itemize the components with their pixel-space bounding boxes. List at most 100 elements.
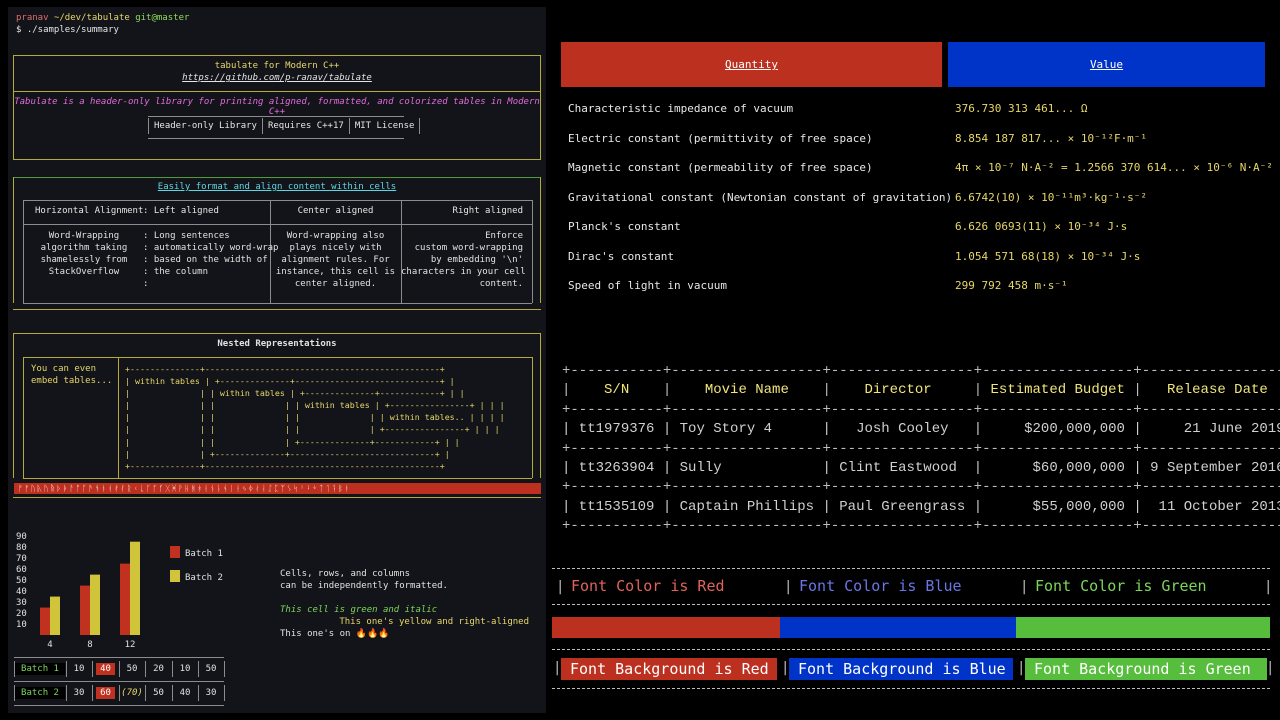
format-cell-right: Enforce custom word-wrapping by embeddin… (401, 231, 526, 289)
constant-quantity: Dirac's constant (568, 249, 674, 263)
constant-value: 1.054 571 68(18) × 10⁻³⁴ J·s (955, 249, 1141, 263)
table-border (552, 688, 1270, 689)
summary-divider (13, 91, 541, 92)
nested-title: Nested Representations (217, 339, 337, 349)
summary-title: tabulate for Modern C++ (214, 61, 340, 71)
constant-value: 8.854 187 817... × 10⁻¹²F·m⁻¹ (955, 131, 1148, 145)
movie-cell: 21 June 2019 (1141, 421, 1280, 438)
movie-cell: 11 October 2013 (1141, 498, 1280, 515)
shell-command: $ ./samples/summary (16, 25, 119, 35)
bar-batch-1-8 (80, 585, 90, 635)
constant-quantity: Planck's constant (568, 220, 681, 233)
prompt-user: pranav (16, 13, 49, 23)
batch-cell: 10 (73, 664, 85, 674)
nested-ascii-tables: +--------------+------------------------… (125, 364, 505, 471)
batch-label: Batch 2 (14, 683, 66, 703)
note-line-1: Cells, rows, and columns (280, 569, 411, 579)
summary-border-bottom (13, 159, 541, 160)
x-tick-label: 8 (87, 640, 92, 647)
summary-url[interactable]: https://github.com/p-ranav/tabulate (13, 73, 541, 83)
note-yellow-right: This one's yellow and right-aligned (339, 617, 529, 627)
legend-label: Batch 1 (185, 549, 223, 559)
movie-cell: $200,000,000 (982, 421, 1134, 438)
movie-cell: tt3263904 (570, 460, 663, 477)
y-tick-label: 10 (16, 620, 27, 630)
table-border (552, 568, 1270, 569)
movie-cell: $55,000,000 (982, 498, 1134, 515)
constant-quantity: Characteristic impedance of vacuum (568, 102, 794, 115)
features-table: Header-only Library Requires C++17 MIT L… (148, 118, 421, 134)
batch-bar-chart: 102030405060708090 4 8 12 Batch 1 Batch 2 (16, 532, 223, 647)
constant-value: 4π × 10⁻⁷ N·A⁻² = 1.2566 370 614... × 10… (955, 161, 1273, 174)
prompt-branch: git@master (135, 13, 190, 23)
movie-cell: tt1979376 (570, 421, 663, 438)
movie-cell: $60,000,000 (982, 460, 1134, 477)
prompt-path: ~/dev/tabulate (53, 13, 130, 23)
font-color-cell: Font Color is Blue (799, 577, 962, 595)
y-tick-label: 60 (16, 565, 27, 575)
y-tick-label: 70 (16, 554, 27, 564)
features-border-top (148, 116, 404, 117)
format-header-horizontal: Horizontal Alignment (35, 206, 144, 216)
note-green-italic: This cell is green and italic (280, 605, 438, 615)
format-cell-center: Word-wrapping also plays nicely with ali… (275, 231, 396, 289)
note-fire: This one's on 🔥🔥🔥 (280, 629, 390, 639)
bar-batch-2-8 (90, 574, 100, 635)
movies-table: +-----------+------------------+--------… (562, 362, 1280, 537)
feature-cpp17: Requires C++17 (267, 121, 344, 131)
y-tick-label: 20 (16, 609, 27, 619)
bar-batch-2-12 (130, 541, 140, 635)
bar-batch-1-12 (120, 563, 130, 635)
y-tick-label: 40 (16, 587, 27, 597)
batch-cell: (70) (121, 688, 143, 698)
constant-quantity: Magnetic constant (permeability of free … (568, 161, 873, 174)
batch-row: Batch 1 10 40 50 20 10 50 (14, 659, 225, 679)
note-line-2: can be independently formatted. (280, 581, 448, 591)
header-quantity: Quantity (561, 42, 942, 87)
y-tick-label: 50 (16, 576, 27, 586)
x-tick-label: 12 (125, 640, 136, 647)
runes-row: ᚠᚡᚢᚣᚤᚥᚦᚧᚨᚩᚪᚫᚬᚭᚮᚯᚰᚱᚲᚳᚴᚵᚶᚷᚸᚹᚺᚻᚼᚽᚾᚿᛀᛁᛂᛃᛄᛅᛆᛇ… (14, 483, 541, 494)
batch-cell: 40 (92, 659, 119, 679)
batch-cell: 30 (205, 688, 217, 698)
font-background-cell: Font Background is Red (561, 658, 777, 680)
format-header-left: : Left aligned (143, 206, 219, 216)
constant-value: 376.730 313 461... Ω (955, 102, 1088, 115)
movies-header-cell: Estimated Budget (982, 382, 1134, 399)
movie-cell: Clint Eastwood (830, 460, 974, 477)
batch-cell: 20 (153, 664, 164, 674)
movies-header-cell: Movie Name (671, 382, 823, 399)
terminal-window: pranav ~/dev/tabulate git@master $ ./sam… (8, 7, 546, 713)
movie-cell: Toy Story 4 (671, 421, 823, 438)
feature-header-only: Header-only Library (154, 121, 257, 131)
shell-prompt: pranav ~/dev/tabulate git@master (16, 13, 189, 23)
constant-value: 6.6742(10) × 10⁻¹¹m³·kg⁻¹·s⁻² (955, 190, 1148, 204)
format-cell-left: : Long sentences : automatically word-wr… (143, 231, 279, 289)
legend-swatch (170, 546, 180, 558)
x-tick-label: 4 (47, 640, 52, 647)
nested-left-text: You can even embed tables... (31, 364, 113, 387)
y-tick-label: 30 (16, 598, 27, 608)
table-border: +-----------+------------------+--------… (562, 401, 1280, 418)
movies-header-cell: Director (830, 382, 974, 399)
movie-row: | tt3263904 | Sully | Clint Eastwood | $… (562, 459, 1280, 478)
movie-row: | tt1979376 | Toy Story 4 | Josh Cooley … (562, 420, 1280, 439)
batch-cell: 50 (153, 688, 164, 698)
format-border-bottom (13, 309, 541, 310)
format-header-right: Right aligned (452, 206, 523, 216)
batch-cell: 10 (179, 664, 191, 674)
movies-header-cell: S/N (570, 382, 663, 399)
movies-header-cell: Release Date (1141, 382, 1280, 399)
movie-cell: 9 September 2016 (1141, 460, 1280, 477)
summary-description: Tabulate is a header-only library for pr… (14, 97, 540, 117)
table-border: +-----------+------------------+--------… (562, 479, 1280, 496)
font-background-cell: Font Background is Blue (789, 658, 1013, 680)
movies-header-row: | S/N | Movie Name | Director | Estimate… (562, 381, 1280, 400)
y-tick-label: 80 (16, 543, 27, 553)
batch-cell: 50 (126, 664, 138, 674)
font-color-cell: Font Color is Red (571, 577, 725, 595)
constant-quantity: Speed of light in vacuum (568, 279, 727, 292)
constant-value: 299 792 458 m·s⁻¹ (955, 279, 1068, 292)
movie-cell: tt1535109 (570, 498, 663, 515)
batch-cell: 60 (92, 683, 119, 703)
